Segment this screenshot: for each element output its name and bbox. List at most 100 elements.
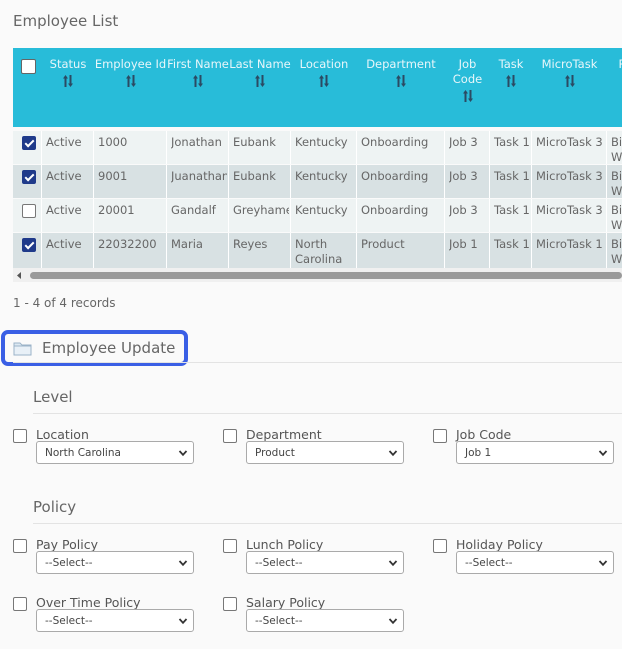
column-header-label: First Name [167,57,229,71]
cell-job-code: Job 3 [449,203,478,217]
cell-policy: Bi We [611,169,622,196]
salary-policy-checkbox[interactable] [223,597,237,611]
location-checkbox[interactable] [13,429,27,443]
cell-first-name: Juanathan [171,169,227,183]
column-header-label: Department [366,57,436,71]
cell-last-name: Eubank [233,135,276,149]
sort-arrows-icon[interactable] [125,74,137,88]
sort-arrows-icon[interactable] [254,74,266,88]
cell-last-name: Eubank [233,169,276,183]
column-header-label: Location [299,57,349,71]
column-header-microtask[interactable]: MicroTask [532,57,607,88]
horizontal-scrollbar[interactable] [13,268,622,282]
column-header-label: MicroTask [541,57,598,71]
cell-employee-id: 22032200 [98,237,157,251]
lunch-policy-checkbox[interactable] [223,539,237,553]
cell-location: Kentucky [295,203,348,217]
table-row[interactable]: Active 9001 Juanathan Eubank Kentucky Onboard… [13,165,622,198]
table-row[interactable]: Active 1000 Jonathan Eubank Kentucky Onboardi… [13,131,622,164]
column-header-location[interactable]: Location [291,57,357,88]
cell-status: Active [46,203,82,217]
column-header-job-code[interactable]: Job Code [445,57,490,103]
location-selected-value: North Carolina [45,447,121,459]
column-header-label: Employee Id [94,57,167,71]
grid-header: Status Employee Id First Name Last Name Loca… [13,48,622,127]
column-header-last-name[interactable]: Last Name [229,57,291,88]
sort-arrows-icon[interactable] [564,74,576,88]
sort-arrows-icon[interactable] [192,74,204,88]
department-checkbox[interactable] [223,429,237,443]
cell-first-name: Maria [171,237,203,251]
cell-employee-id: 9001 [98,169,128,183]
policy-heading: Policy [33,498,77,516]
sort-arrows-icon[interactable] [505,74,517,88]
chevron-down-icon [598,450,608,457]
sort-arrows-icon[interactable] [318,74,330,88]
chevron-down-icon [388,560,398,567]
cell-status: Active [46,237,82,251]
cell-department: Onboarding [361,203,429,217]
cell-job-code: Job 1 [449,237,478,251]
lunch-policy-label: Lunch Policy [246,537,324,552]
cell-task: Task 1 [494,237,530,251]
column-header-employee-id[interactable]: Employee Id [94,57,167,88]
chevron-down-icon [598,560,608,567]
salary-policy-selected-value: --Select-- [255,615,303,627]
cell-microtask: MicroTask 1 [536,237,603,251]
cell-employee-id: 20001 [98,203,135,217]
table-row[interactable]: Active 22032200 Maria Reyes North Carolina Pr… [13,233,622,268]
chevron-down-icon [388,618,398,625]
column-header-label: P [619,57,622,71]
department-select[interactable]: Product [246,441,404,464]
chevron-down-icon [388,450,398,457]
update-divider [13,362,622,363]
cell-task: Task 1 [494,135,530,149]
location-label: Location [36,427,89,442]
holiday-policy-checkbox[interactable] [433,539,447,553]
level-heading: Level [33,388,73,406]
job-code-checkbox[interactable] [433,429,447,443]
scrollbar-thumb [30,272,622,279]
row-select-checkbox[interactable] [22,136,36,150]
row-select-checkbox[interactable] [22,204,36,218]
column-header-status[interactable]: Status [42,57,94,88]
cell-location: Kentucky [295,135,348,149]
department-selected-value: Product [255,447,295,459]
employee-update-title: Employee Update [42,339,176,357]
salary-policy-select[interactable]: --Select-- [246,609,404,632]
folder-icon [13,342,32,356]
column-header-policy[interactable]: P [607,57,622,72]
job-code-label: Job Code [456,427,512,442]
column-header-first-name[interactable]: First Name [167,57,229,88]
column-header-department[interactable]: Department [357,57,445,88]
sort-arrows-icon[interactable] [62,74,74,88]
cell-microtask: MicroTask 3 [536,203,603,217]
cell-department: Onboarding [361,135,429,149]
row-select-checkbox[interactable] [22,170,36,184]
lunch-policy-selected-value: --Select-- [255,557,303,569]
level-divider [33,413,622,414]
select-all-checkbox[interactable] [21,59,36,74]
holiday-policy-select[interactable]: --Select-- [456,551,614,574]
location-select[interactable]: North Carolina [36,441,194,464]
sort-arrows-icon[interactable] [462,89,474,103]
table-row[interactable]: Active 20001 Gandalf Greyhame Kentucky Onboar… [13,199,622,232]
pay-policy-label: Pay Policy [36,537,98,552]
cell-microtask: MicroTask 3 [536,135,603,149]
cell-last-name: Reyes [233,237,268,251]
job-code-select[interactable]: Job 1 [456,441,614,464]
salary-policy-label: Salary Policy [246,595,326,610]
column-header-label: Last Name [229,57,291,71]
column-header-label: Status [49,57,87,71]
over-time-policy-select[interactable]: --Select-- [36,609,194,632]
lunch-policy-select[interactable]: --Select-- [246,551,404,574]
chevron-down-icon [178,618,188,625]
column-header-task[interactable]: Task [490,57,532,88]
pay-policy-select[interactable]: --Select-- [36,551,194,574]
pay-policy-checkbox[interactable] [13,539,27,553]
sort-arrows-icon[interactable] [395,74,407,88]
row-select-checkbox[interactable] [22,238,36,252]
over-time-policy-checkbox[interactable] [13,597,27,611]
cell-task: Task 1 [494,169,530,183]
employee-grid: Status Employee Id First Name Last Name Loca… [13,48,622,282]
